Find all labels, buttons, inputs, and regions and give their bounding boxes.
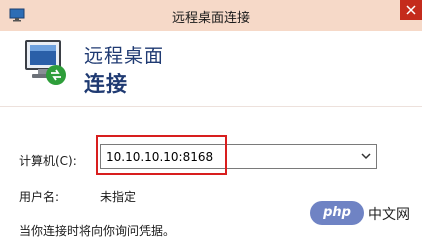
remote-desktop-monitor-icon: [25, 40, 66, 85]
title-bar: 远程桌面连接: [0, 0, 422, 31]
watermark-logo: php: [310, 201, 364, 225]
username-label: 用户名:: [19, 190, 60, 204]
credentials-info-text: 当你连接时将向你询问凭据。: [19, 224, 176, 238]
window-title: 远程桌面连接: [171, 11, 250, 26]
username-value: 未指定: [100, 190, 137, 204]
watermark: php 中文网: [310, 201, 418, 225]
watermark-text: 中文网: [368, 207, 410, 223]
computer-label: 计算机(C):: [19, 154, 77, 168]
header-subtitle: 连接: [84, 72, 128, 96]
header-title: 远程桌面: [84, 45, 165, 67]
close-icon: [406, 5, 416, 15]
chevron-down-icon[interactable]: [360, 149, 372, 163]
close-button[interactable]: [400, 0, 422, 20]
computer-combobox[interactable]: 10.10.10.10:8168: [100, 144, 377, 169]
computer-input-value[interactable]: 10.10.10.10:8168: [106, 150, 213, 164]
